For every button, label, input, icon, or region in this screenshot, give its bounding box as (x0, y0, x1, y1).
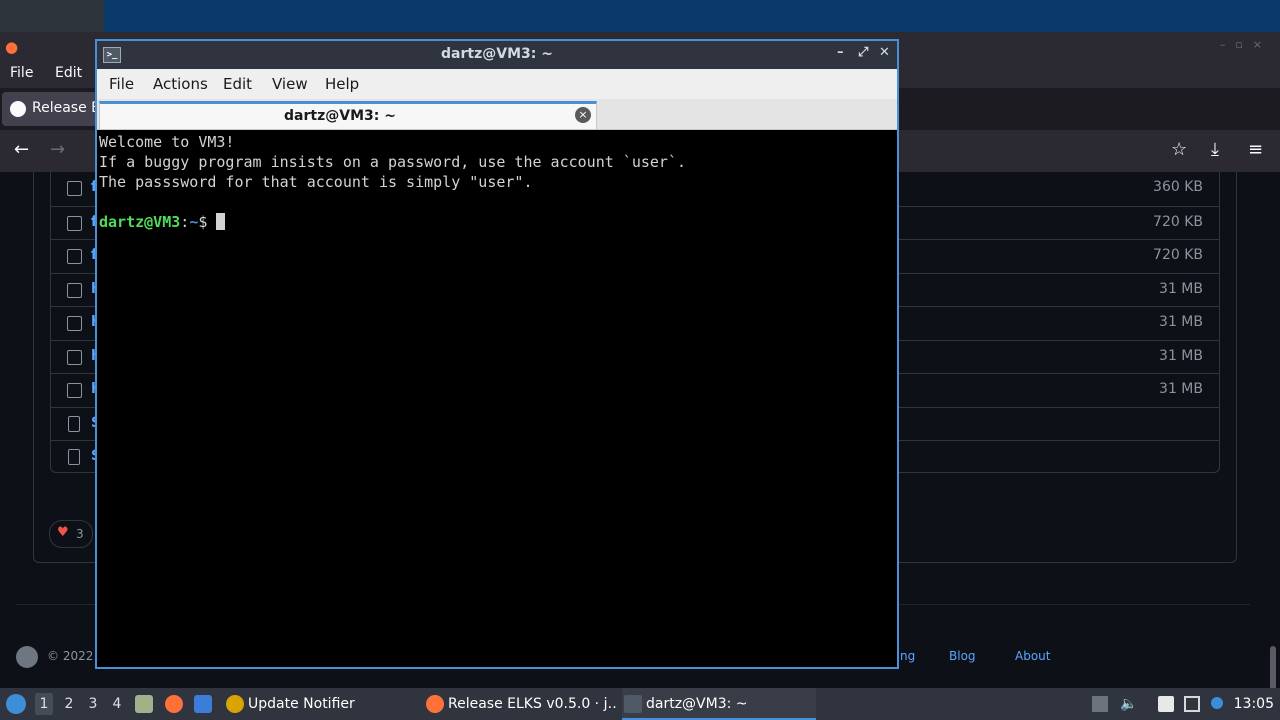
terminal-menu-actions[interactable]: Actions (153, 75, 208, 93)
terminal-menu-edit[interactable]: Edit (223, 75, 252, 93)
terminal-tab[interactable]: dartz@VM3: ~ × (99, 101, 597, 129)
terminal-menubar: File Actions Edit View Help (97, 69, 897, 99)
taskbar-label: Release ELKS v0.5.0 · j… (448, 696, 616, 712)
asset-size: 31 MB (1159, 347, 1203, 364)
maximize-icon[interactable]: ⤢ (858, 45, 868, 60)
browser-tab-label: Release E (32, 100, 100, 116)
asset-size: 720 KB (1153, 213, 1203, 230)
asset-size: 31 MB (1159, 381, 1203, 397)
package-icon (67, 215, 82, 231)
minimize-icon[interactable]: – (837, 45, 844, 60)
workspace-2[interactable]: 2 (60, 696, 78, 712)
terminal-tabbar: dartz@VM3: ~ × (97, 99, 897, 130)
taskbar-terminal[interactable]: dartz@VM3: ~ (622, 688, 816, 720)
terminal-menu-view[interactable]: View (272, 75, 308, 93)
volume-icon[interactable]: 🔈 (1120, 696, 1137, 712)
terminal-taskbar-icon (624, 695, 642, 713)
file-manager-icon[interactable] (135, 695, 153, 713)
heart-reaction-button[interactable]: ♥ 3 (49, 520, 93, 548)
terminal-line: The passsword for that account is simply… (99, 173, 533, 191)
terminal-titlebar[interactable]: >_ dartz@VM3: ~ – ⤢ ✕ (97, 41, 897, 69)
terminal-menu-help[interactable]: Help (325, 75, 359, 93)
firefox-icon: ● (5, 38, 19, 56)
terminal-window: >_ dartz@VM3: ~ – ⤢ ✕ File Actions Edit … (95, 39, 899, 669)
prompt-path: ~ (189, 213, 199, 231)
back-arrow-icon[interactable]: ← (14, 139, 29, 160)
package-icon (67, 249, 82, 264)
zip-file-icon (68, 449, 80, 465)
footer-link-about[interactable]: About (1015, 649, 1050, 663)
terminal-line: Welcome to VM3! (99, 133, 235, 151)
package-icon (67, 282, 82, 298)
network-icon[interactable] (1184, 696, 1200, 712)
prompt-user: dartz@VM3 (99, 213, 181, 231)
taskbar-label: dartz@VM3: ~ (646, 696, 748, 712)
bookmark-star-icon[interactable]: ☆ (1171, 139, 1187, 160)
asset-size: 31 MB (1159, 314, 1203, 330)
tray-arrow-icon[interactable] (1092, 696, 1108, 712)
desktop-background (104, 0, 1280, 32)
notification-icon[interactable] (1211, 697, 1223, 709)
browser-menu-file[interactable]: File (10, 65, 33, 81)
text-cursor (216, 213, 226, 230)
taskbar-label: Update Notifier (248, 696, 355, 712)
terminal-prompt-line: dartz@VM3:~$ (99, 212, 897, 232)
taskbar-update-notifier[interactable]: Update Notifier (224, 688, 414, 720)
package-icon (67, 383, 82, 398)
clipboard-icon[interactable] (1158, 696, 1174, 712)
tab-close-icon[interactable]: × (575, 107, 591, 123)
prompt-symbol: $ (198, 213, 217, 231)
workspace-3[interactable]: 3 (84, 696, 102, 712)
asset-size: 360 KB (1153, 179, 1203, 195)
github-icon (10, 101, 26, 117)
reaction-count: 3 (76, 527, 84, 541)
prompt-colon: : (180, 213, 190, 231)
desktop-icon[interactable] (194, 695, 212, 713)
start-menu-icon[interactable] (6, 694, 26, 714)
download-icon[interactable]: ⤓ (1211, 139, 1219, 160)
zip-file-icon (68, 415, 80, 432)
terminal-line: If a buggy program insists on a password… (99, 153, 686, 171)
terminal-tab-label: dartz@VM3: ~ (284, 108, 396, 124)
terminal-title: dartz@VM3: ~ (441, 46, 553, 62)
workspace-4[interactable]: 4 (108, 696, 126, 712)
package-icon (67, 349, 82, 365)
footer-link-partial[interactable]: ng (900, 649, 915, 663)
taskbar-browser[interactable]: Release ELKS v0.5.0 · j… (424, 688, 616, 720)
package-icon (67, 181, 82, 196)
package-icon (67, 316, 82, 331)
browser-menu-edit[interactable]: Edit (55, 65, 82, 81)
close-icon[interactable]: ✕ (879, 45, 890, 60)
terminal-menu-file[interactable]: File (109, 75, 134, 93)
taskbar: 1 2 3 4 Update Notifier Release ELKS v0.… (0, 688, 1280, 720)
heart-icon: ♥ (57, 525, 69, 540)
browser-window-controls[interactable]: –▫× (1220, 38, 1272, 51)
desktop-panel-left (0, 0, 104, 32)
asset-size: 720 KB (1153, 247, 1203, 263)
clock: 13:05 (1233, 696, 1274, 712)
asset-size: 31 MB (1159, 280, 1203, 297)
forward-arrow-icon[interactable]: → (50, 139, 65, 160)
terminal-output[interactable]: Welcome to VM3! If a buggy program insis… (97, 130, 897, 667)
update-notifier-icon (226, 695, 244, 713)
firefox-launcher-icon[interactable] (165, 695, 183, 713)
firefox-taskbar-icon (426, 695, 444, 713)
hamburger-menu-icon[interactable]: ≡ (1248, 139, 1263, 160)
github-footer-logo-icon (16, 646, 38, 668)
workspace-1[interactable]: 1 (35, 693, 53, 715)
footer-link-blog[interactable]: Blog (949, 649, 976, 663)
